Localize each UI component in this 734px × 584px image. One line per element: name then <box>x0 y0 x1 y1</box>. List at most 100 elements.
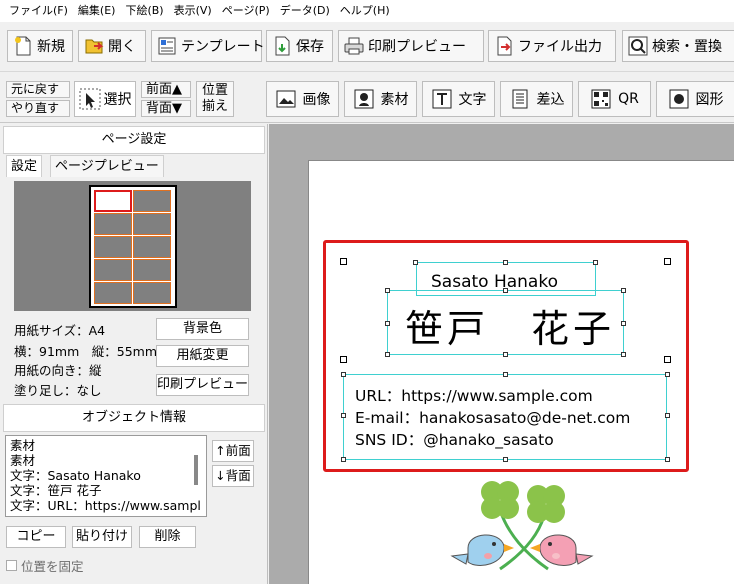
tab-page-preview[interactable]: ページプレビュー <box>50 155 164 177</box>
list-item[interactable]: 文字：笹戸 花子 <box>10 483 202 498</box>
object-front-button[interactable]: ↑前面 <box>212 440 254 462</box>
selection-handle[interactable] <box>503 352 508 357</box>
list-item[interactable]: 素材 <box>10 453 202 468</box>
material-button[interactable]: 素材 <box>344 81 417 117</box>
template-label: テンプレート <box>181 39 265 55</box>
open-label: 開く <box>108 39 136 55</box>
selection-handle[interactable] <box>385 288 390 293</box>
image-icon <box>275 88 297 110</box>
card-email[interactable]: E-mail：hanakosasato@de-net.com <box>355 406 630 428</box>
search-replace-button[interactable]: 検索・置換 <box>622 30 734 62</box>
qr-label: QR <box>618 91 639 107</box>
selection-handle[interactable] <box>665 413 670 418</box>
print-preview-button[interactable]: 印刷プレビュー <box>338 30 484 62</box>
tab-settings[interactable]: 設定 <box>6 155 43 177</box>
selection-handle[interactable] <box>503 260 508 265</box>
selection-handle[interactable] <box>341 372 346 377</box>
selection-handle[interactable] <box>385 352 390 357</box>
card-name-kanji[interactable]: 笹戸 花子 <box>405 298 615 353</box>
bring-front-button[interactable]: 前面▲ <box>141 81 191 98</box>
page-settings-header: ページ設定 <box>3 126 265 154</box>
redo-button[interactable]: やり直す <box>6 100 70 117</box>
card-sns[interactable]: SNS ID：@hanako_sasato <box>355 428 554 450</box>
selection-handle[interactable] <box>503 288 508 293</box>
paper-orientation-text: 用紙の向き：縦 <box>14 363 102 378</box>
list-item[interactable]: 素材 <box>10 438 202 453</box>
menu-view[interactable]: 表示(V) <box>169 0 217 22</box>
image-label: 画像 <box>302 92 331 108</box>
merge-label: 差込 <box>536 92 565 108</box>
menu-help[interactable]: ヘルプ(H) <box>335 0 395 22</box>
list-item[interactable]: 文字：Sasato Hanako <box>10 468 202 483</box>
resize-handle[interactable] <box>664 258 671 265</box>
select-label: 選択 <box>103 92 132 108</box>
lock-position-label: 位置を固定 <box>21 559 84 574</box>
selection-handle[interactable] <box>593 260 598 265</box>
selection-handle[interactable] <box>621 288 626 293</box>
selection-handle[interactable] <box>341 457 346 462</box>
save-label: 保存 <box>296 39 324 55</box>
selection-handle[interactable] <box>341 413 346 418</box>
image-button[interactable]: 画像 <box>266 81 339 117</box>
paste-button[interactable]: 貼り付け <box>72 526 132 548</box>
selection-handle[interactable] <box>503 372 508 377</box>
new-button[interactable]: 新規 <box>7 30 73 62</box>
align-label-1: 位置 <box>201 83 228 98</box>
card-name-roman[interactable]: Sasato Hanako <box>431 272 558 292</box>
background-color-button[interactable]: 背景色 <box>156 318 249 340</box>
selection-handle[interactable] <box>503 457 508 462</box>
export-file-icon <box>493 35 515 57</box>
menu-sketch[interactable]: 下絵(B) <box>120 0 168 22</box>
paper-preview <box>89 185 177 308</box>
shape-label: 図形 <box>695 92 724 108</box>
print-preview-label: 印刷プレビュー <box>368 39 466 55</box>
open-button[interactable]: 開く <box>78 30 146 62</box>
qr-button[interactable]: QR <box>578 81 651 117</box>
qr-code-icon <box>590 88 612 110</box>
template-button[interactable]: テンプレート <box>151 30 265 62</box>
delete-button[interactable]: 削除 <box>139 526 196 548</box>
selection-handle[interactable] <box>385 321 390 326</box>
paper-size-text: 用紙サイズ：A4 <box>14 323 106 338</box>
object-back-button[interactable]: ↓背面 <box>212 465 254 487</box>
open-folder-icon <box>83 35 105 57</box>
selection-handle[interactable] <box>621 352 626 357</box>
lock-position-row[interactable]: 位置を固定 <box>6 556 84 575</box>
search-icon <box>627 35 649 57</box>
lock-position-checkbox[interactable] <box>6 560 17 571</box>
merge-button[interactable]: 差込 <box>500 81 573 117</box>
menu-edit[interactable]: 編集(E) <box>73 0 121 22</box>
resize-handle[interactable] <box>340 356 347 363</box>
file-output-button[interactable]: ファイル出力 <box>488 30 616 62</box>
text-button[interactable]: 文字 <box>422 81 495 117</box>
save-icon <box>271 35 293 57</box>
selection-handle[interactable] <box>413 260 418 265</box>
panel-print-preview-button[interactable]: 印刷プレビュー <box>156 374 249 396</box>
object-list[interactable]: 素材 素材 文字：Sasato Hanako 文字：笹戸 花子 文字：URL：h… <box>5 435 207 517</box>
resize-handle[interactable] <box>340 258 347 265</box>
change-paper-button[interactable]: 用紙変更 <box>156 345 249 367</box>
save-button[interactable]: 保存 <box>266 30 333 62</box>
undo-button[interactable]: 元に戻す <box>6 81 70 98</box>
selection-handle[interactable] <box>665 372 670 377</box>
menu-data[interactable]: データ(D) <box>275 0 335 22</box>
selection-handle[interactable] <box>621 321 626 326</box>
object-list-scrollbar[interactable] <box>194 455 198 485</box>
selection-handle[interactable] <box>665 457 670 462</box>
menu-file[interactable]: ファイル(F) <box>4 0 73 22</box>
file-output-label: ファイル出力 <box>518 39 602 55</box>
shape-button[interactable]: 図形 <box>656 81 734 117</box>
copy-button[interactable]: コピー <box>6 526 66 548</box>
send-back-button[interactable]: 背面▼ <box>141 100 191 117</box>
material-label: 素材 <box>380 92 409 108</box>
resize-handle[interactable] <box>664 356 671 363</box>
list-item[interactable]: 文字：URL：https://www.sampl <box>10 498 202 513</box>
card-url[interactable]: URL：https://www.sample.com <box>355 384 593 406</box>
object-info-header: オブジェクト情報 <box>3 404 265 432</box>
paper-dimensions-text: 横：91mm 縦：55mm <box>14 344 158 359</box>
search-replace-label: 検索・置換 <box>652 39 722 55</box>
align-button[interactable]: 位置 揃え <box>196 81 234 117</box>
material-icon <box>353 88 375 110</box>
menu-page[interactable]: ページ(P) <box>217 0 275 22</box>
select-button[interactable]: 選択 <box>74 81 136 117</box>
